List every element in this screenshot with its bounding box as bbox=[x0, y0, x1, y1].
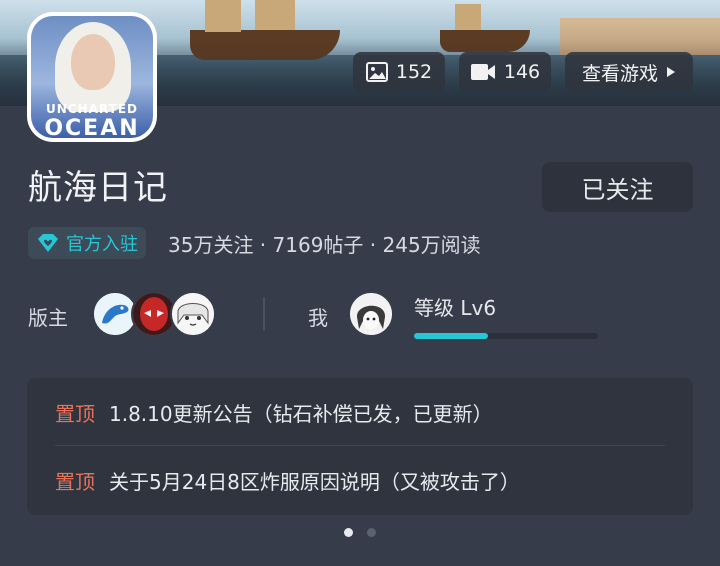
pinned-post-title: 1.8.10更新公告（钻石补偿已发，已更新） bbox=[109, 402, 493, 426]
level-label: 等级 Lv6 bbox=[414, 296, 497, 320]
images-count: 152 bbox=[395, 61, 433, 83]
play-arrow-icon bbox=[667, 67, 675, 77]
pinned-tag: 置顶 bbox=[55, 402, 95, 426]
pinned-post-1[interactable]: 置顶 1.8.10更新公告（钻石补偿已发，已更新） bbox=[55, 398, 493, 427]
official-badge-label: 官方入驻 bbox=[66, 234, 138, 255]
pager-dot-1[interactable] bbox=[344, 528, 353, 537]
view-game-button[interactable]: 查看游戏 bbox=[565, 52, 693, 92]
videos-count-button[interactable]: 146 bbox=[459, 52, 551, 92]
pager-dots bbox=[0, 528, 720, 537]
pager-dot-2[interactable] bbox=[367, 528, 376, 537]
spiderman-avatar-image bbox=[133, 293, 175, 335]
view-game-label: 查看游戏 bbox=[581, 62, 658, 85]
pinned-post-title: 关于5月24日8区炸服原因说明（又被攻击了） bbox=[109, 470, 520, 494]
section-divider bbox=[263, 297, 265, 331]
image-icon bbox=[365, 62, 388, 82]
moderators-label: 版主 bbox=[28, 306, 68, 330]
pinned-divider bbox=[55, 445, 665, 446]
diamond-heart-icon bbox=[38, 234, 58, 252]
forum-stats: 35万关注 · 7169帖子 · 245万阅读 bbox=[168, 233, 481, 257]
forum-title: 航海日记 bbox=[28, 168, 168, 208]
moderator-avatar-anime[interactable] bbox=[170, 291, 216, 337]
app-icon-brand-line1: UNCHARTED bbox=[46, 102, 138, 116]
images-count-button[interactable]: 152 bbox=[353, 52, 445, 92]
level-progress-fill bbox=[414, 333, 488, 339]
app-icon-artwork: UNCHARTED OCEAN bbox=[31, 16, 153, 138]
my-avatar-image bbox=[350, 293, 392, 335]
level-progress-bar bbox=[414, 333, 598, 339]
app-icon-face bbox=[71, 34, 115, 90]
videos-count: 146 bbox=[503, 61, 541, 83]
pinned-tag: 置顶 bbox=[55, 470, 95, 494]
pinned-post-2[interactable]: 置顶 关于5月24日8区炸服原因说明（又被攻击了） bbox=[55, 466, 520, 495]
app-icon-brand-line2: OCEAN bbox=[44, 116, 140, 138]
anime-girl-avatar-image bbox=[172, 293, 214, 335]
me-label: 我 bbox=[308, 306, 328, 330]
pinned-posts-card: 置顶 1.8.10更新公告（钻石补偿已发，已更新） 置顶 关于5月24日8区炸服… bbox=[27, 378, 693, 515]
app-icon[interactable]: UNCHARTED OCEAN bbox=[27, 12, 157, 142]
my-avatar[interactable] bbox=[348, 291, 394, 337]
follow-button[interactable]: 已关注 bbox=[542, 162, 693, 212]
dolphin-avatar-image bbox=[94, 293, 136, 335]
official-badge: 官方入驻 bbox=[28, 227, 146, 259]
video-camera-icon bbox=[470, 64, 495, 80]
